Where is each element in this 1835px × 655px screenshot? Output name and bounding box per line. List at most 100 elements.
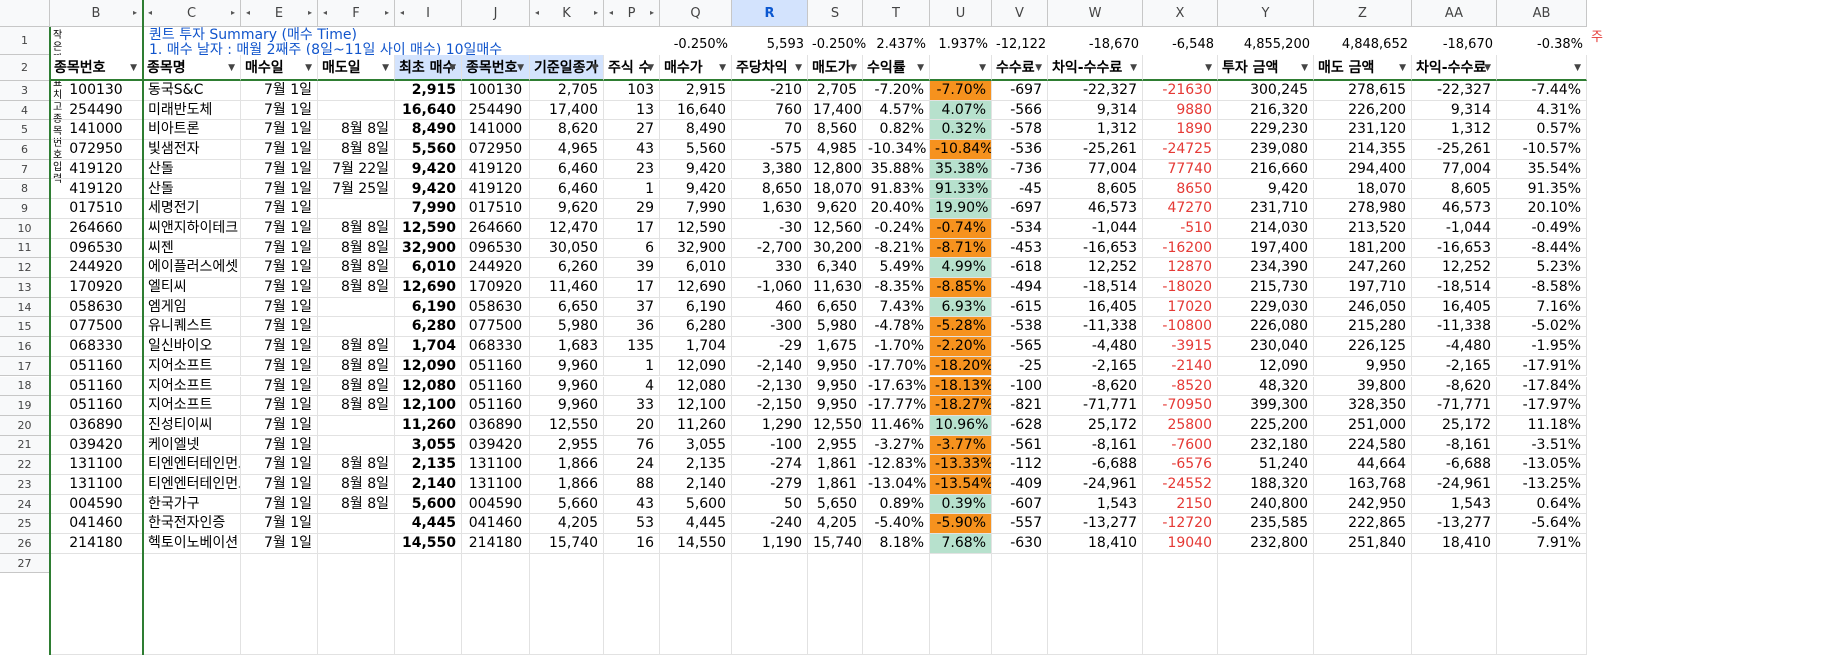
cell-z[interactable]: 224,580 bbox=[1314, 435, 1412, 456]
cell-q[interactable]: 1,704 bbox=[660, 337, 732, 357]
cell-w[interactable]: -18,514 bbox=[1048, 278, 1143, 298]
cell-z[interactable]: 18,070 bbox=[1314, 179, 1412, 200]
cell-aa[interactable]: 8,605 bbox=[1412, 179, 1497, 200]
cell-p[interactable]: 53 bbox=[604, 514, 660, 535]
cell-e[interactable]: 7월 1일 bbox=[241, 337, 318, 357]
cell-y[interactable]: 235,585 bbox=[1218, 514, 1314, 535]
cell-b[interactable]: 100130 bbox=[50, 81, 143, 101]
row-header-4[interactable]: 4 bbox=[0, 100, 50, 121]
cell-e[interactable]: 7월 1일 bbox=[241, 297, 318, 318]
cell-f[interactable]: 8월 8일 bbox=[318, 356, 395, 377]
expand-column-icon[interactable]: ◂ bbox=[609, 8, 613, 17]
header-w[interactable]: 차익-수수료 ▼ bbox=[1048, 55, 1143, 81]
cell-f[interactable] bbox=[318, 435, 395, 456]
cell-f[interactable]: 8월 8일 bbox=[318, 140, 395, 160]
cell-v[interactable]: -453 bbox=[992, 238, 1048, 259]
summary-cell-t[interactable]: 2.437% bbox=[863, 35, 930, 55]
expand-column-icon[interactable]: ▸ bbox=[594, 8, 598, 17]
cell-k[interactable]: 9,960 bbox=[530, 356, 604, 377]
cell-x[interactable]: -8520 bbox=[1143, 376, 1218, 397]
cell-z[interactable]: 246,050 bbox=[1314, 297, 1412, 318]
cell-w[interactable]: -71,771 bbox=[1048, 396, 1143, 416]
cell-aa[interactable]: 25,172 bbox=[1412, 415, 1497, 436]
cell-t[interactable]: -7.20% bbox=[863, 81, 930, 101]
filter-icon[interactable]: ▼ bbox=[130, 55, 137, 79]
cell-r[interactable]: 330 bbox=[732, 258, 808, 278]
cell-y[interactable]: 48,320 bbox=[1218, 376, 1314, 397]
filter-icon[interactable]: ▼ bbox=[1035, 55, 1042, 79]
cell-i[interactable]: 12,090 bbox=[395, 356, 462, 377]
cell-c[interactable]: 지어소프트 bbox=[143, 396, 241, 416]
cell-r[interactable]: -2,700 bbox=[732, 238, 808, 259]
cell-v[interactable]: -565 bbox=[992, 337, 1048, 357]
cell-b[interactable]: 068330 bbox=[50, 337, 143, 357]
cell-ab[interactable]: -1.95% bbox=[1497, 337, 1587, 357]
cell-c[interactable]: 동국S&C bbox=[143, 81, 241, 101]
cell-v[interactable]: -628 bbox=[992, 415, 1048, 436]
cell-i[interactable]: 2,140 bbox=[395, 475, 462, 495]
cell-w[interactable]: -2,165 bbox=[1048, 356, 1143, 377]
cell-e[interactable]: 7월 1일 bbox=[241, 317, 318, 338]
cell-r[interactable]: -2,140 bbox=[732, 356, 808, 377]
cell-e[interactable]: 7월 1일 bbox=[241, 376, 318, 397]
cell-e[interactable]: 7월 1일 bbox=[241, 475, 318, 495]
cell-y[interactable]: 234,390 bbox=[1218, 258, 1314, 278]
cell-f[interactable]: 8월 8일 bbox=[318, 278, 395, 298]
empty-cell[interactable] bbox=[395, 553, 462, 655]
cell-q[interactable]: 6,010 bbox=[660, 258, 732, 278]
cell-t[interactable]: -12.83% bbox=[863, 455, 930, 475]
cell-ab[interactable]: -13.05% bbox=[1497, 455, 1587, 475]
cell-c[interactable]: 한국가구 bbox=[143, 494, 241, 515]
cell-v[interactable]: -534 bbox=[992, 218, 1048, 239]
expand-column-icon[interactable]: ◂ bbox=[323, 8, 327, 17]
cell-x[interactable]: 8650 bbox=[1143, 179, 1218, 200]
empty-cell[interactable] bbox=[318, 553, 395, 655]
cell-c[interactable]: 빛샘전자 bbox=[143, 140, 241, 160]
column-header-i[interactable]: I ◂ bbox=[395, 0, 462, 27]
cell-y[interactable]: 216,660 bbox=[1218, 159, 1314, 180]
cell-x[interactable]: -21630 bbox=[1143, 81, 1218, 101]
cell-c[interactable]: 진성티이씨 bbox=[143, 415, 241, 436]
cell-t[interactable]: 0.89% bbox=[863, 494, 930, 515]
cell-i[interactable]: 8,490 bbox=[395, 120, 462, 141]
cell-c[interactable]: 비아트론 bbox=[143, 120, 241, 141]
cell-s[interactable]: 2,705 bbox=[808, 81, 863, 101]
expand-column-icon[interactable]: ◂ bbox=[148, 8, 152, 17]
cell-s[interactable]: 5,980 bbox=[808, 317, 863, 338]
filter-icon[interactable]: ▼ bbox=[850, 55, 857, 79]
cell-v[interactable]: -566 bbox=[992, 100, 1048, 121]
cell-w[interactable]: 77,004 bbox=[1048, 159, 1143, 180]
cell-r[interactable]: 760 bbox=[732, 100, 808, 121]
cell-p[interactable]: 1 bbox=[604, 356, 660, 377]
cell-s[interactable]: 12,800 bbox=[808, 159, 863, 180]
cell-b[interactable]: 419120 bbox=[50, 179, 143, 200]
cell-t[interactable]: -3.27% bbox=[863, 435, 930, 456]
cell-q[interactable]: 8,490 bbox=[660, 120, 732, 141]
cell-i[interactable]: 11,260 bbox=[395, 415, 462, 436]
cell-j[interactable]: 214180 bbox=[462, 534, 530, 554]
column-header-x[interactable]: X bbox=[1143, 0, 1218, 27]
cell-t[interactable]: -5.40% bbox=[863, 514, 930, 535]
cell-b[interactable]: 004590 bbox=[50, 494, 143, 515]
cell-c[interactable]: 산돌 bbox=[143, 179, 241, 200]
row-header-15[interactable]: 15 bbox=[0, 317, 50, 338]
cell-z[interactable]: 251,840 bbox=[1314, 534, 1412, 554]
cell-ab[interactable]: 35.54% bbox=[1497, 159, 1587, 180]
cell-i[interactable]: 3,055 bbox=[395, 435, 462, 456]
cell-j[interactable]: 131100 bbox=[462, 455, 530, 475]
cell-v[interactable]: -494 bbox=[992, 278, 1048, 298]
summary-cell-v[interactable]: -12,122 bbox=[992, 35, 1048, 55]
cell-w[interactable]: 12,252 bbox=[1048, 258, 1143, 278]
cell-aa[interactable]: -16,653 bbox=[1412, 238, 1497, 259]
cell-u[interactable]: 0.32% bbox=[930, 120, 992, 141]
column-header-b[interactable]: B ▸ bbox=[50, 0, 143, 27]
cell-y[interactable]: 230,040 bbox=[1218, 337, 1314, 357]
empty-cell[interactable] bbox=[930, 553, 992, 655]
cell-u[interactable]: 91.33% bbox=[930, 179, 992, 200]
cell-w[interactable]: -6,688 bbox=[1048, 455, 1143, 475]
header-y[interactable]: 투자 금액 ▼ bbox=[1218, 55, 1314, 81]
cell-j[interactable]: 051160 bbox=[462, 396, 530, 416]
row-header-2[interactable]: 2 bbox=[0, 55, 50, 81]
cell-c[interactable]: 에이플러스에셋 bbox=[143, 258, 241, 278]
cell-f[interactable] bbox=[318, 534, 395, 554]
